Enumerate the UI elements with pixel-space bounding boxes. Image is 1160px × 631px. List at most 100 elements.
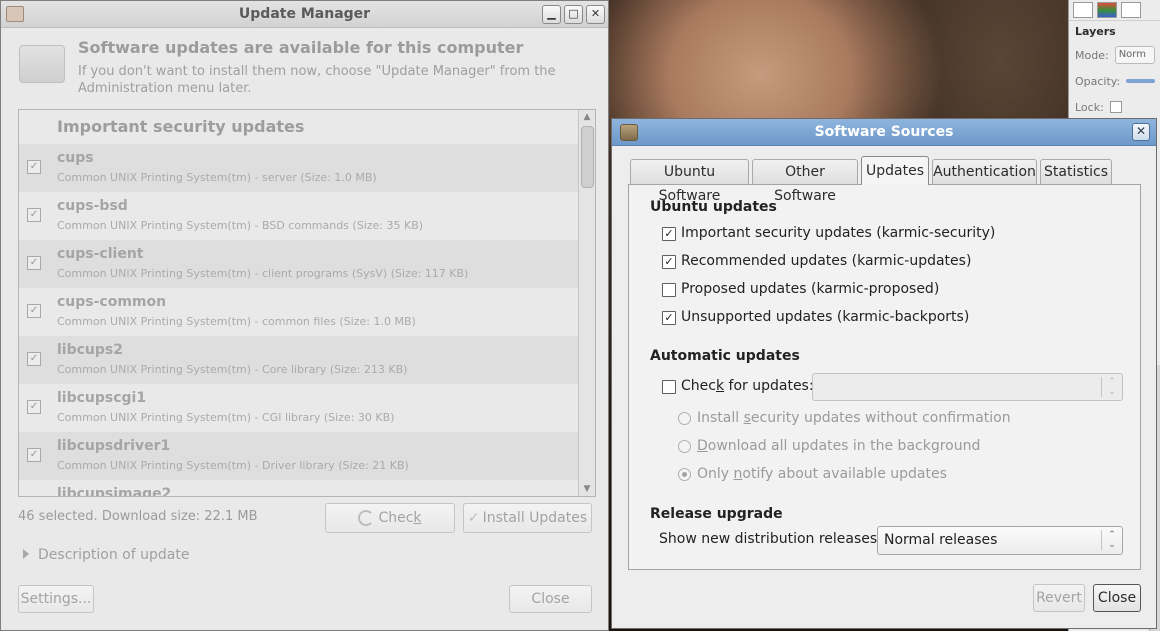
update-category-heading: Important security updates bbox=[19, 110, 578, 144]
update-manager-close-button[interactable]: Close bbox=[509, 585, 592, 613]
lock-checkbox[interactable] bbox=[1109, 101, 1122, 113]
check-for-updates-label: Check for updates: bbox=[681, 377, 814, 395]
package-description: Common UNIX Printing System(tm) - CGI li… bbox=[57, 411, 395, 424]
update-interval-select[interactable]: ⌃ ⌄ bbox=[812, 373, 1123, 401]
package-description: Common UNIX Printing System(tm) - client… bbox=[57, 267, 469, 280]
label-part: Chec bbox=[681, 378, 716, 394]
selection-status: 46 selected. Download size: 22.1 MB bbox=[18, 509, 258, 524]
scroll-down-arrow-icon[interactable]: ▼ bbox=[579, 482, 595, 496]
expander-arrow-icon bbox=[23, 549, 29, 559]
package-name: libcupscgi1 bbox=[57, 390, 147, 406]
label-mnemonic: k bbox=[715, 378, 725, 394]
tab-statistics[interactable]: Statistics bbox=[1040, 159, 1112, 184]
package-row[interactable]: ✓ cups-bsd Common UNIX Printing System(tm)… bbox=[19, 192, 578, 240]
opacity-row: Opacity: bbox=[1069, 68, 1160, 94]
software-sources-close-button[interactable]: Close bbox=[1093, 584, 1141, 612]
window-close-button[interactable]: ✕ bbox=[586, 5, 605, 24]
channels-tab-icon[interactable] bbox=[1097, 2, 1117, 18]
window-close-button[interactable]: ✕ bbox=[1132, 123, 1150, 141]
paths-tab-icon[interactable] bbox=[1121, 2, 1141, 18]
package-description: Common UNIX Printing System(tm) - common… bbox=[57, 315, 416, 328]
package-checkbox[interactable]: ✓ bbox=[27, 256, 41, 270]
package-row[interactable]: ✓ libcupsdriver1 Common UNIX Printing Syst… bbox=[19, 432, 578, 480]
check-for-updates-checkbox[interactable] bbox=[662, 380, 676, 394]
description-expander[interactable]: Description of update bbox=[23, 547, 189, 563]
update-option-label: Unsupported updates (karmic-backports) bbox=[681, 309, 970, 325]
package-name: libcupsimage2 bbox=[57, 486, 172, 497]
update-option-checkbox[interactable]: ✓ bbox=[662, 311, 676, 325]
radio-button[interactable] bbox=[678, 468, 691, 481]
package-row[interactable]: ✓ cups-client Common UNIX Printing System(… bbox=[19, 240, 578, 288]
release-upgrade-select[interactable]: Normal releases ⌃ ⌄ bbox=[877, 526, 1123, 555]
release-upgrade-title: Release upgrade bbox=[650, 506, 783, 522]
package-checkbox[interactable]: ✓ bbox=[27, 496, 41, 497]
label-part: Install bbox=[697, 410, 744, 426]
update-heading: Software updates are available for this … bbox=[78, 38, 524, 57]
software-sources-titlebar[interactable]: Software Sources ✕ bbox=[612, 119, 1156, 146]
scroll-up-arrow-icon[interactable]: ▲ bbox=[579, 110, 595, 124]
update-subtext: If you don't want to install them now, c… bbox=[78, 64, 556, 96]
package-checkbox[interactable]: ✓ bbox=[27, 208, 41, 222]
package-name: cups bbox=[57, 150, 94, 166]
layers-tab-icon[interactable] bbox=[1073, 2, 1093, 18]
install-updates-button[interactable]: ✓ Install Updates bbox=[463, 503, 592, 533]
package-checkbox[interactable]: ✓ bbox=[27, 304, 41, 318]
tab-ubuntu-software[interactable]: Ubuntu Software bbox=[630, 159, 749, 204]
radio-button[interactable] bbox=[678, 440, 691, 453]
mode-row: Mode: Norm bbox=[1069, 42, 1160, 68]
opacity-label: Opacity: bbox=[1075, 74, 1121, 88]
revert-button[interactable]: Revert bbox=[1033, 584, 1085, 612]
package-checkbox[interactable]: ✓ bbox=[27, 160, 41, 174]
mode-select[interactable]: Norm bbox=[1114, 46, 1155, 64]
package-row[interactable]: ✓ libcupscgi1 Common UNIX Printing System(… bbox=[19, 384, 578, 432]
lock-label: Lock: bbox=[1075, 100, 1104, 114]
opacity-slider[interactable] bbox=[1126, 79, 1155, 83]
update-manager-titlebar[interactable]: Update Manager ▁ □ ✕ bbox=[1, 1, 608, 28]
label-part: Only bbox=[697, 466, 734, 482]
tab-authentication[interactable]: Authentication bbox=[932, 159, 1037, 184]
label-part: for updates: bbox=[724, 378, 814, 394]
update-option-checkbox[interactable]: ✓ bbox=[662, 255, 676, 269]
package-description: Common UNIX Printing System(tm) - Driver… bbox=[57, 459, 409, 472]
package-row[interactable]: ✓ libcupsimage2 bbox=[19, 480, 578, 497]
settings-button[interactable]: Settings... bbox=[18, 585, 94, 613]
release-upgrade-value: Normal releases bbox=[884, 532, 998, 548]
update-list-content: Important security updates ✓ cups Common U… bbox=[19, 110, 578, 497]
refresh-icon bbox=[358, 510, 375, 526]
chevron-updown-icon: ⌃ ⌄ bbox=[1101, 377, 1122, 397]
package-description: Common UNIX Printing System(tm) - BSD co… bbox=[57, 219, 424, 232]
software-update-icon bbox=[19, 45, 65, 83]
check-button[interactable]: Check bbox=[325, 503, 455, 533]
package-name: cups-client bbox=[57, 246, 144, 262]
package-row[interactable]: ✓ libcups2 Common UNIX Printing System(tm)… bbox=[19, 336, 578, 384]
maximize-button[interactable]: □ bbox=[564, 5, 583, 24]
update-list-scrollbar[interactable]: ▲ ▼ bbox=[578, 110, 595, 496]
package-checkbox[interactable]: ✓ bbox=[27, 400, 41, 414]
radio-button[interactable] bbox=[678, 412, 691, 425]
window-menu-icon[interactable] bbox=[6, 6, 24, 22]
package-description: Common UNIX Printing System(tm) - server… bbox=[57, 171, 377, 184]
update-option-checkbox[interactable]: ✓ bbox=[662, 227, 676, 241]
update-option-checkbox[interactable] bbox=[662, 283, 676, 297]
check-label-mnemonic: k bbox=[413, 510, 422, 526]
description-expander-label: Description of update bbox=[38, 547, 190, 563]
layers-panel-title: Layers bbox=[1075, 25, 1116, 38]
package-checkbox[interactable]: ✓ bbox=[27, 352, 41, 366]
tab-panel-updates: Ubuntu updates ✓Important security updat… bbox=[628, 184, 1141, 570]
software-sources-icon[interactable] bbox=[620, 124, 638, 141]
scrollbar-thumb[interactable] bbox=[581, 126, 594, 188]
package-checkbox[interactable]: ✓ bbox=[27, 448, 41, 462]
check-label-pre: Chec bbox=[378, 510, 414, 526]
tab-other-software[interactable]: Other Software bbox=[752, 159, 858, 204]
label-mnemonic: s bbox=[743, 410, 751, 426]
package-row[interactable]: ✓ cups Common UNIX Printing System(tm) - s… bbox=[19, 144, 578, 192]
label-part: ownload all updates in the background bbox=[707, 438, 981, 454]
radio-label: Only notify about available updates bbox=[697, 465, 947, 483]
package-rows: ✓ cups Common UNIX Printing System(tm) - s… bbox=[19, 144, 578, 497]
update-list[interactable]: Important security updates ✓ cups Common U… bbox=[18, 109, 596, 497]
package-name: libcupsdriver1 bbox=[57, 438, 171, 454]
package-row[interactable]: ✓ cups-common Common UNIX Printing System(… bbox=[19, 288, 578, 336]
tab-updates[interactable]: Updates bbox=[861, 156, 929, 185]
label-mnemonic: D bbox=[697, 438, 708, 454]
minimize-button[interactable]: ▁ bbox=[542, 5, 561, 24]
